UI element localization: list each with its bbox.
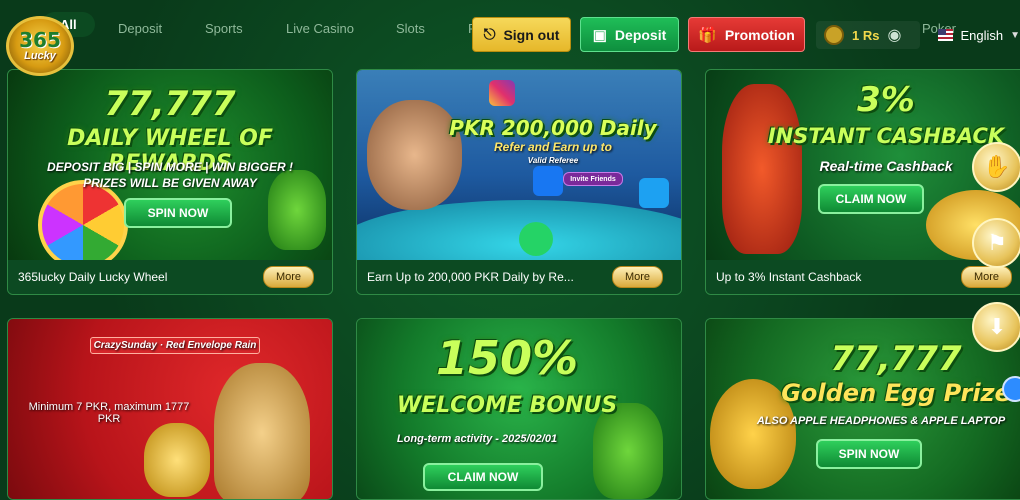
banner-amount: 150% (435, 331, 579, 385)
balance-display: 1 Rs ◉ (816, 21, 920, 49)
banner-subtitle: Refer and Earn up to (493, 140, 612, 154)
banner-title: Golden Egg Prize (781, 379, 1011, 407)
language-selector[interactable]: English ▼ (930, 21, 1020, 49)
card-footer: Earn Up to 200,000 PKR Daily by Re... Mo… (357, 260, 681, 294)
banner-title: WELCOME BONUS (396, 393, 618, 418)
top-navigation-bar: 365 Lucky All Deposit Sports Live Casino… (0, 0, 1020, 76)
promo-card-referral[interactable]: PKR 200,000 Daily Refer and Earn up to V… (356, 69, 682, 295)
partner-float-button[interactable]: ⚑ (972, 218, 1020, 268)
promo-banner[interactable]: 150% WELCOME BONUS Long-term activity - … (357, 319, 681, 499)
banner-amount: 3% (857, 80, 915, 120)
gift-icon: 🎁 (698, 26, 717, 44)
wallet-icon: ▣ (592, 26, 607, 44)
hands-icon: ✋ (983, 154, 1011, 179)
banner-subtitle: ALSO APPLE HEADPHONES & APPLE LAPTOP (756, 415, 1006, 427)
sign-out-label: Sign out (503, 26, 560, 43)
support-float-button[interactable]: ✋ (972, 142, 1020, 192)
claim-now-button[interactable]: CLAIM NOW (818, 184, 924, 214)
claim-now-button[interactable]: CLAIM NOW (423, 463, 543, 491)
deposit-button[interactable]: ▣ Deposit (580, 17, 679, 52)
logo-text: 365 (19, 28, 61, 52)
money-bag-graphic (144, 423, 210, 497)
banner-subtitle-2: PRIZES WILL BE GIVEN AWAY (83, 176, 257, 190)
promotion-label: Promotion (724, 26, 795, 43)
card-caption: Up to 3% Instant Cashback (716, 270, 862, 284)
more-button[interactable]: More (960, 266, 1012, 288)
tab-live-casino[interactable]: Live Casino (286, 17, 354, 40)
balance-amount: 1 Rs (852, 27, 880, 43)
promotion-button[interactable]: 🎁 Promotion (688, 17, 805, 52)
promo-card-golden-egg[interactable]: 77,777 Golden Egg Prize ALSO APPLE HEADP… (705, 318, 1020, 500)
logout-icon: ⎋ (483, 26, 496, 43)
promo-card-welcome-bonus[interactable]: 150% WELCOME BONUS Long-term activity - … (356, 318, 682, 500)
promo-banner[interactable]: 77,777 Golden Egg Prize ALSO APPLE HEADP… (706, 319, 1020, 499)
banner-amount: 77,777 (104, 84, 236, 124)
twitter-icon (639, 178, 669, 208)
instagram-icon (489, 80, 515, 106)
promo-card-daily-wheel[interactable]: 77,777 DAILY WHEEL OF REWARDS DEPOSIT BI… (7, 69, 333, 295)
us-flag-icon (938, 29, 954, 41)
tab-sports[interactable]: Sports (205, 17, 243, 40)
promo-banner[interactable]: PKR 200,000 Daily Refer and Earn up to V… (357, 70, 681, 260)
card-footer: Up to 3% Instant Cashback More (706, 260, 1020, 294)
download-icon: ⬇ (987, 314, 1007, 339)
chevron-down-icon: ▼ (1010, 29, 1020, 41)
banner-title: PKR 200,000 Daily (449, 116, 657, 140)
promo-banner[interactable]: 77,777 DAILY WHEEL OF REWARDS DEPOSIT BI… (8, 70, 332, 260)
banner-title: INSTANT CASHBACK (767, 124, 1005, 148)
tab-slots[interactable]: Slots (396, 17, 425, 40)
facebook-icon (533, 166, 563, 196)
card-caption: 365lucky Daily Lucky Wheel (18, 270, 168, 284)
spin-now-button[interactable]: SPIN NOW (816, 439, 922, 469)
handshake-icon: ⚑ (987, 230, 1007, 255)
deposit-label: Deposit (614, 26, 667, 43)
coin-icon (824, 25, 844, 45)
spin-now-button[interactable]: SPIN NOW (124, 198, 232, 228)
banner-subtitle: Long-term activity - 2025/02/01 (396, 433, 558, 445)
card-caption: Earn Up to 200,000 PKR Daily by Re... (367, 270, 574, 284)
eye-icon[interactable]: ◉ (887, 25, 901, 45)
sign-out-button[interactable]: ⎋ Sign out (472, 17, 571, 52)
logo-subtext: Lucky (24, 50, 56, 62)
banner-subtitle-2: Valid Referee (527, 156, 579, 165)
banner-subtitle: Minimum 7 PKR, maximum 1777 PKR (28, 401, 190, 425)
more-button[interactable]: More (611, 266, 663, 288)
spin-wheel-graphic (38, 180, 128, 260)
tab-deposit[interactable]: Deposit (118, 17, 162, 40)
card-footer: 365lucky Daily Lucky Wheel More (8, 260, 332, 294)
promo-banner[interactable]: CrazySunday · Red Envelope Rain Minimum … (8, 319, 332, 499)
language-label: English (960, 27, 1004, 43)
woman-graphic (214, 363, 310, 499)
site-logo[interactable]: 365 Lucky (6, 16, 74, 76)
more-button[interactable]: More (262, 266, 314, 288)
invite-friends-button[interactable]: Invite Friends (563, 172, 623, 186)
banner-title: CrazySunday · Red Envelope Rain (90, 337, 260, 354)
promo-card-cashback[interactable]: 3% INSTANT CASHBACK Real-time Cashback C… (705, 69, 1020, 295)
promo-card-red-envelope[interactable]: CrazySunday · Red Envelope Rain Minimum … (7, 318, 333, 500)
banner-subtitle: DEPOSIT BIG | SPIN MORE | WIN BIGGER ! (46, 160, 294, 174)
whatsapp-icon (519, 222, 553, 256)
download-float-button[interactable]: ⬇ (972, 302, 1020, 352)
